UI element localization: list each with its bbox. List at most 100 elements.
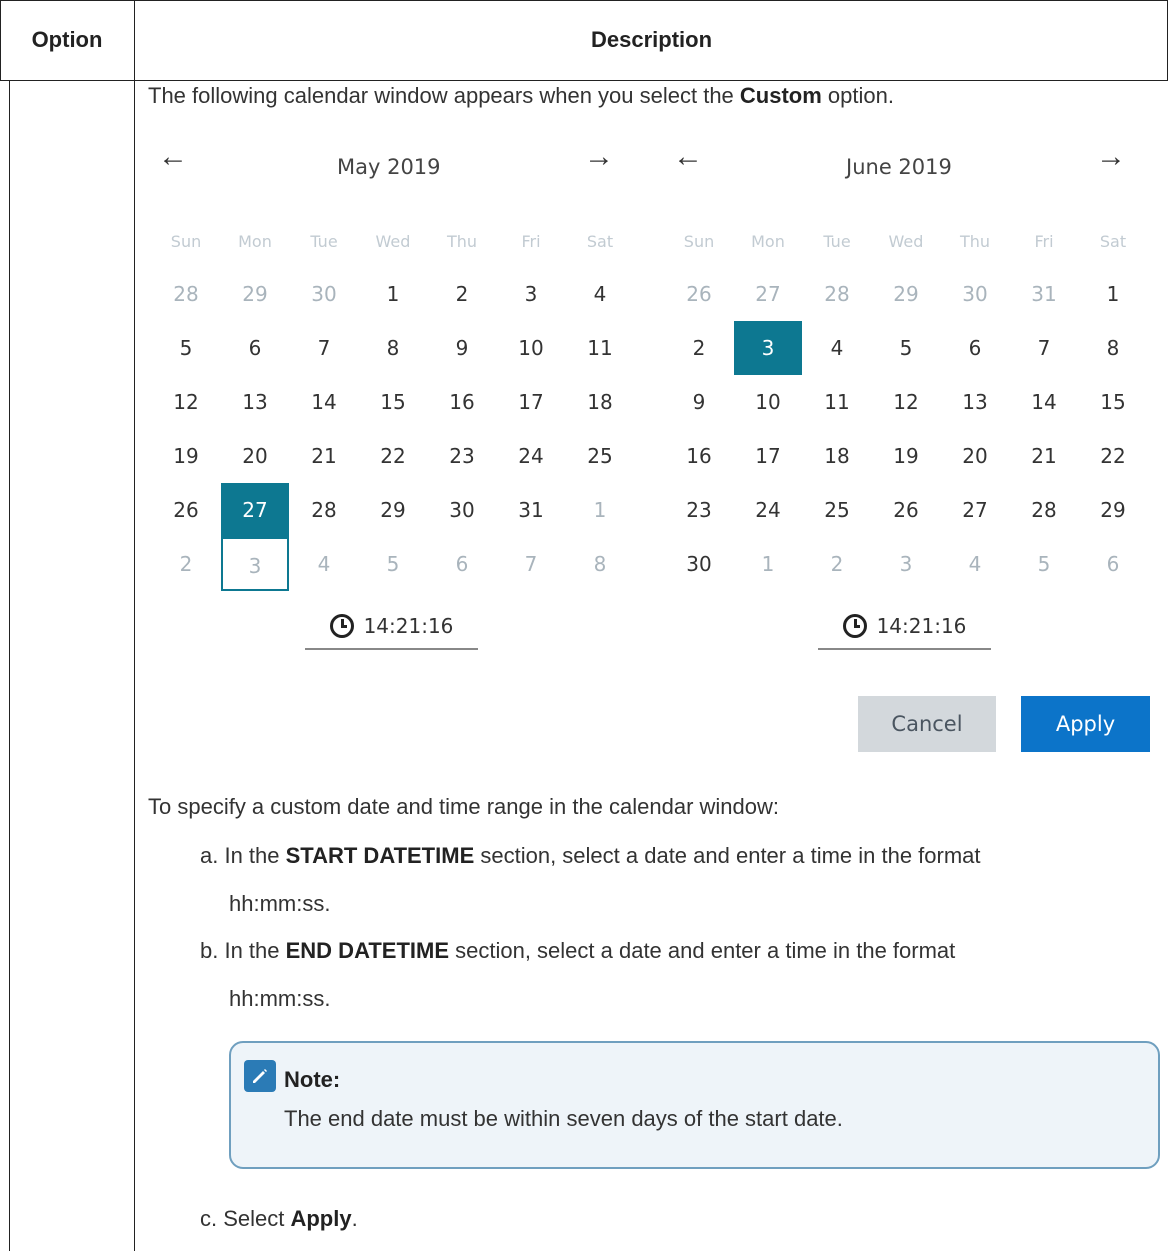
calendar-day-left[interactable]: 21 — [290, 429, 358, 483]
calendar-day-left[interactable]: 5 — [359, 537, 427, 591]
calendar-day-right[interactable]: 1 — [734, 537, 802, 591]
calendar-day-right[interactable]: 13 — [941, 375, 1009, 429]
weekday-label-right: Mon — [751, 232, 785, 251]
calendar-day-right[interactable]: 24 — [734, 483, 802, 537]
calendar-day-left[interactable]: 1 — [359, 267, 427, 321]
calendar-day-left[interactable]: 20 — [221, 429, 289, 483]
calendar-day-left[interactable]: 17 — [497, 375, 565, 429]
calendar-day-left[interactable]: 24 — [497, 429, 565, 483]
calendar-day-right[interactable]: 5 — [872, 321, 940, 375]
calendar-day-right[interactable]: 15 — [1079, 375, 1147, 429]
step-a-bold: START DATETIME — [285, 843, 475, 868]
calendar-day-right[interactable]: 28 — [803, 267, 871, 321]
calendar-day-left[interactable]: 8 — [359, 321, 427, 375]
calendar-day-right[interactable]: 22 — [1079, 429, 1147, 483]
apply-button[interactable]: Apply — [1021, 696, 1150, 752]
calendar-day-left[interactable]: 3 — [497, 267, 565, 321]
prev-month-arrow-right[interactable]: ← — [673, 140, 703, 174]
calendar-day-left[interactable]: 12 — [152, 375, 220, 429]
calendar-day-right[interactable]: 29 — [872, 267, 940, 321]
calendar-day-left[interactable]: 4 — [566, 267, 634, 321]
time-value-right[interactable]: 14:21:16 — [877, 614, 967, 638]
calendar-day-left[interactable]: 10 — [497, 321, 565, 375]
time-value-left[interactable]: 14:21:16 — [364, 614, 454, 638]
calendar-day-left[interactable]: 15 — [359, 375, 427, 429]
calendar-day-right[interactable]: 27 — [734, 267, 802, 321]
calendar-day-left[interactable]: 27 — [221, 483, 289, 537]
calendar-day-right[interactable]: 30 — [941, 267, 1009, 321]
calendar-day-right[interactable]: 20 — [941, 429, 1009, 483]
calendar-day-right[interactable]: 14 — [1010, 375, 1078, 429]
time-field-left[interactable]: 14:21:16 — [305, 604, 478, 650]
calendar-day-right[interactable]: 4 — [941, 537, 1009, 591]
calendar-day-left[interactable]: 19 — [152, 429, 220, 483]
time-field-right[interactable]: 14:21:16 — [818, 604, 991, 650]
calendar-day-right[interactable]: 17 — [734, 429, 802, 483]
weekday-label-right: Sat — [1099, 232, 1127, 251]
calendar-day-left[interactable]: 31 — [497, 483, 565, 537]
calendar-day-right[interactable]: 21 — [1010, 429, 1078, 483]
calendar-day-right[interactable]: 16 — [665, 429, 733, 483]
calendar-day-left[interactable]: 30 — [290, 267, 358, 321]
calendar-day-right[interactable]: 2 — [665, 321, 733, 375]
calendar-day-left[interactable]: 14 — [290, 375, 358, 429]
calendar-day-left[interactable]: 8 — [566, 537, 634, 591]
step-b-pre: b. In the — [200, 938, 286, 963]
calendar-day-left[interactable]: 30 — [428, 483, 496, 537]
calendar-day-right[interactable]: 25 — [803, 483, 871, 537]
calendar-day-right[interactable]: 27 — [941, 483, 1009, 537]
calendar-day-left[interactable]: 9 — [428, 321, 496, 375]
calendar-day-left[interactable]: 7 — [290, 321, 358, 375]
calendar-day-right[interactable]: 10 — [734, 375, 802, 429]
prev-month-arrow-left[interactable]: ← — [158, 140, 188, 174]
calendar-day-left[interactable]: 29 — [359, 483, 427, 537]
calendar-day-left[interactable]: 23 — [428, 429, 496, 483]
weekday-label-left: Fri — [521, 232, 541, 251]
calendar-day-left[interactable]: 2 — [152, 537, 220, 591]
calendar-day-left[interactable]: 4 — [290, 537, 358, 591]
calendar-day-left[interactable]: 13 — [221, 375, 289, 429]
calendar-day-right[interactable]: 3 — [734, 321, 802, 375]
calendar-day-right[interactable]: 3 — [872, 537, 940, 591]
calendar-day-right[interactable]: 28 — [1010, 483, 1078, 537]
calendar-day-right[interactable]: 26 — [872, 483, 940, 537]
calendar-day-left[interactable]: 6 — [428, 537, 496, 591]
calendar-day-right[interactable]: 7 — [1010, 321, 1078, 375]
calendar-day-right[interactable]: 8 — [1079, 321, 1147, 375]
calendar-day-right[interactable]: 4 — [803, 321, 871, 375]
next-month-arrow-left[interactable]: → — [584, 140, 614, 174]
calendar-day-left[interactable]: 5 — [152, 321, 220, 375]
calendar-day-left[interactable]: 29 — [221, 267, 289, 321]
clock-icon — [842, 614, 867, 638]
calendar-day-left[interactable]: 6 — [221, 321, 289, 375]
calendar-day-left[interactable]: 22 — [359, 429, 427, 483]
calendar-day-right[interactable]: 18 — [803, 429, 871, 483]
calendar-day-left[interactable]: 1 — [566, 483, 634, 537]
next-month-arrow-right[interactable]: → — [1096, 140, 1126, 174]
calendar-day-right[interactable]: 31 — [1010, 267, 1078, 321]
calendar-day-left[interactable]: 16 — [428, 375, 496, 429]
calendar-day-right[interactable]: 9 — [665, 375, 733, 429]
calendar-day-right[interactable]: 2 — [803, 537, 871, 591]
calendar-day-right[interactable]: 12 — [872, 375, 940, 429]
cancel-button[interactable]: Cancel — [858, 696, 996, 752]
calendar-day-right[interactable]: 26 — [665, 267, 733, 321]
calendar-day-left[interactable]: 3 — [221, 537, 289, 591]
calendar-day-right[interactable]: 29 — [1079, 483, 1147, 537]
calendar-day-right[interactable]: 6 — [1079, 537, 1147, 591]
calendar-day-right[interactable]: 19 — [872, 429, 940, 483]
calendar-day-left[interactable]: 28 — [290, 483, 358, 537]
calendar-day-left[interactable]: 7 — [497, 537, 565, 591]
calendar-day-right[interactable]: 1 — [1079, 267, 1147, 321]
calendar-day-left[interactable]: 26 — [152, 483, 220, 537]
calendar-day-right[interactable]: 11 — [803, 375, 871, 429]
calendar-day-left[interactable]: 11 — [566, 321, 634, 375]
calendar-day-left[interactable]: 2 — [428, 267, 496, 321]
calendar-day-left[interactable]: 18 — [566, 375, 634, 429]
calendar-day-left[interactable]: 25 — [566, 429, 634, 483]
calendar-day-right[interactable]: 5 — [1010, 537, 1078, 591]
calendar-day-right[interactable]: 6 — [941, 321, 1009, 375]
calendar-day-left[interactable]: 28 — [152, 267, 220, 321]
calendar-day-right[interactable]: 30 — [665, 537, 733, 591]
calendar-day-right[interactable]: 23 — [665, 483, 733, 537]
